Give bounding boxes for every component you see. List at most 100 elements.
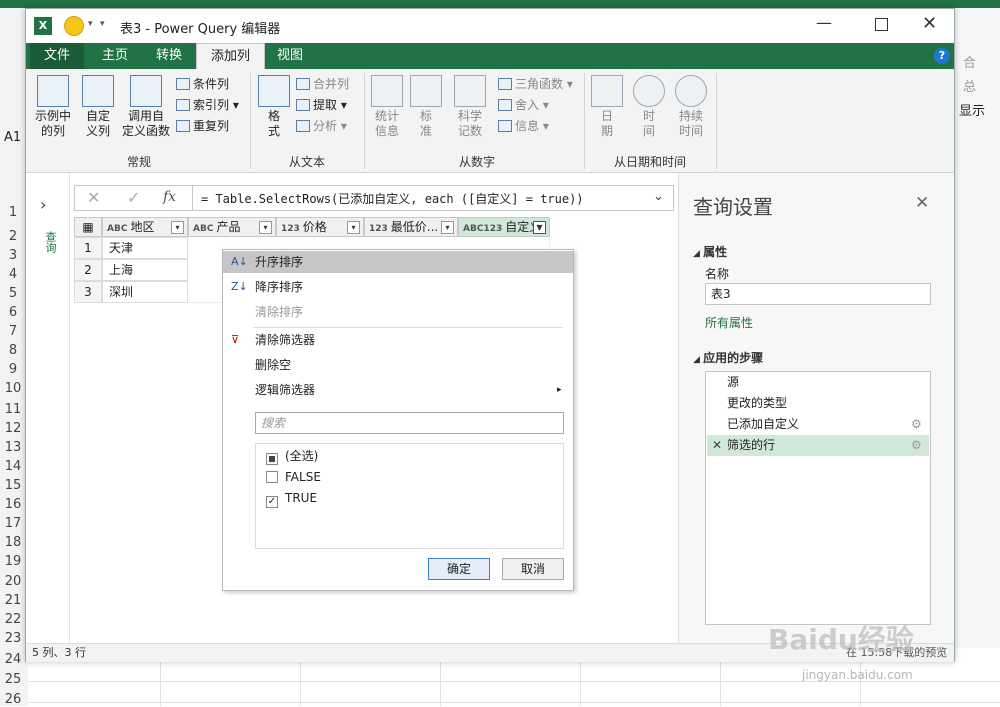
- logical-filters-item[interactable]: 逻辑筛选器 ▸: [223, 379, 573, 401]
- tab-view[interactable]: 视图: [263, 43, 317, 69]
- remove-empty-item[interactable]: 删除空: [223, 354, 573, 376]
- row-number-cell[interactable]: 1: [74, 237, 102, 259]
- type-text-icon[interactable]: ABC: [193, 224, 213, 234]
- sort-ascending-item[interactable]: A↓ 升序排序: [223, 251, 573, 273]
- tab-add-column[interactable]: 添加列: [196, 43, 266, 69]
- row-number[interactable]: 19: [0, 554, 26, 569]
- column-header-custom[interactable]: ABC123 自定义 ▼: [458, 217, 550, 237]
- column-header-region[interactable]: ABC 地区 ▾: [102, 217, 188, 237]
- false-option[interactable]: FALSE: [266, 467, 321, 487]
- extract-button[interactable]: 提取 ▾: [296, 96, 347, 114]
- row-number[interactable]: 17: [0, 516, 26, 531]
- column-header-product[interactable]: ABC 产品 ▾: [188, 217, 276, 237]
- delete-step-icon[interactable]: ✕: [712, 435, 722, 456]
- duration-button[interactable]: 持续 时间: [670, 75, 712, 139]
- row-number[interactable]: 5: [0, 286, 26, 301]
- tab-file[interactable]: 文件: [30, 43, 85, 69]
- column-header-min-price[interactable]: 123 最低价... ▾: [364, 217, 458, 237]
- type-text-icon[interactable]: ABC: [107, 224, 127, 234]
- scientific-button[interactable]: 科学 记数: [446, 75, 494, 139]
- row-number[interactable]: 21: [0, 593, 26, 608]
- gear-icon[interactable]: ⚙: [911, 414, 922, 435]
- filter-dropdown-icon[interactable]: ▾: [259, 221, 272, 234]
- custom-column-button[interactable]: 自定 义列: [78, 75, 118, 139]
- sort-descending-item[interactable]: Z↓ 降序排序: [223, 276, 573, 298]
- row-number[interactable]: 12: [0, 421, 26, 436]
- column-header-price[interactable]: 123 价格 ▾: [276, 217, 364, 237]
- filter-dropdown-icon[interactable]: ▾: [171, 221, 184, 234]
- row-number-cell[interactable]: 3: [74, 281, 102, 303]
- row-number[interactable]: 18: [0, 535, 26, 550]
- date-button[interactable]: 日 期: [588, 75, 626, 139]
- statistics-button[interactable]: 统计 信息: [368, 75, 406, 139]
- row-number[interactable]: 20: [0, 574, 26, 589]
- row-number[interactable]: 11: [0, 402, 26, 417]
- row-number[interactable]: 7: [0, 324, 26, 339]
- row-number[interactable]: 13: [0, 440, 26, 455]
- partial-checkbox[interactable]: [266, 453, 278, 465]
- cancel-button[interactable]: 取消: [502, 558, 564, 580]
- gear-icon[interactable]: ⚙: [911, 435, 922, 456]
- invoke-custom-function-button[interactable]: 调用自 定义函数: [118, 75, 174, 139]
- row-number[interactable]: 3: [0, 248, 26, 263]
- confirm-formula-icon[interactable]: ✓: [127, 188, 140, 207]
- cancel-formula-icon[interactable]: ✕: [87, 188, 100, 207]
- row-number[interactable]: 2: [0, 229, 26, 244]
- type-any-icon[interactable]: ABC123: [463, 224, 502, 234]
- filter-search-input[interactable]: 搜索: [255, 412, 564, 434]
- smiley-icon[interactable]: [64, 16, 84, 36]
- clear-sort-item[interactable]: 清除排序: [223, 301, 573, 323]
- close-icon[interactable]: ✕: [922, 13, 937, 34]
- filter-applied-icon[interactable]: ▼: [533, 221, 546, 234]
- ok-button[interactable]: 确定: [428, 558, 490, 580]
- row-number[interactable]: 24: [0, 652, 26, 667]
- applied-steps-header[interactable]: ◢ 应用的步骤: [693, 349, 763, 366]
- tab-home[interactable]: 主页: [88, 43, 142, 69]
- query-name-input[interactable]: 表3: [705, 283, 931, 305]
- merge-columns-button[interactable]: 合并列: [296, 75, 349, 93]
- standard-button[interactable]: 标 准: [410, 75, 442, 139]
- row-number-cell[interactable]: 2: [74, 259, 102, 281]
- row-number[interactable]: 1: [0, 205, 26, 220]
- close-pane-icon[interactable]: ✕: [915, 193, 929, 213]
- parse-button[interactable]: 分析 ▾: [296, 117, 347, 135]
- trigonometry-button[interactable]: 三角函数 ▾: [498, 75, 573, 93]
- step-added-custom[interactable]: 已添加自定义 ⚙: [707, 414, 929, 435]
- minimize-icon[interactable]: —: [816, 13, 832, 32]
- row-number[interactable]: 15: [0, 478, 26, 493]
- table-cell[interactable]: 深圳: [102, 281, 188, 303]
- true-option[interactable]: ✓ TRUE: [266, 488, 317, 508]
- filter-dropdown-icon[interactable]: ▾: [441, 221, 454, 234]
- properties-header[interactable]: ◢ 属性: [693, 243, 727, 260]
- table-cell[interactable]: 天津: [102, 237, 188, 259]
- format-button[interactable]: 格 式: [256, 75, 292, 139]
- checked-checkbox[interactable]: ✓: [266, 496, 278, 508]
- customize-quick-access-icon[interactable]: ▾: [100, 19, 105, 29]
- conditional-column-button[interactable]: 条件列: [176, 75, 229, 93]
- row-number[interactable]: 26: [0, 692, 26, 707]
- clear-filter-item[interactable]: ⊽ 清除筛选器: [223, 329, 573, 351]
- row-number[interactable]: 25: [0, 672, 26, 687]
- expand-queries-icon[interactable]: ›: [40, 195, 46, 214]
- row-number[interactable]: 8: [0, 343, 26, 358]
- column-from-examples-button[interactable]: 示例中 的列: [30, 75, 76, 139]
- row-number[interactable]: 14: [0, 459, 26, 474]
- table-cell[interactable]: 上海: [102, 259, 188, 281]
- select-all-option[interactable]: (全选): [266, 446, 318, 466]
- index-column-button[interactable]: 索引列 ▾: [176, 96, 239, 114]
- all-properties-link[interactable]: 所有属性: [705, 314, 753, 331]
- fx-icon[interactable]: fx: [163, 189, 176, 205]
- queries-pane-label[interactable]: 查询: [42, 231, 58, 253]
- type-number-icon[interactable]: 123: [369, 224, 388, 234]
- maximize-icon[interactable]: [875, 18, 888, 31]
- time-button[interactable]: 时 间: [630, 75, 668, 139]
- table-menu-button[interactable]: ▦: [74, 217, 102, 237]
- row-number[interactable]: 10: [0, 381, 26, 396]
- row-number[interactable]: 22: [0, 612, 26, 627]
- row-number[interactable]: 16: [0, 497, 26, 512]
- filter-dropdown-icon[interactable]: ▾: [347, 221, 360, 234]
- step-changed-type[interactable]: 更改的类型: [707, 393, 929, 414]
- type-number-icon[interactable]: 123: [281, 224, 300, 234]
- help-icon[interactable]: ?: [934, 48, 950, 64]
- tab-transform[interactable]: 转换: [142, 43, 196, 69]
